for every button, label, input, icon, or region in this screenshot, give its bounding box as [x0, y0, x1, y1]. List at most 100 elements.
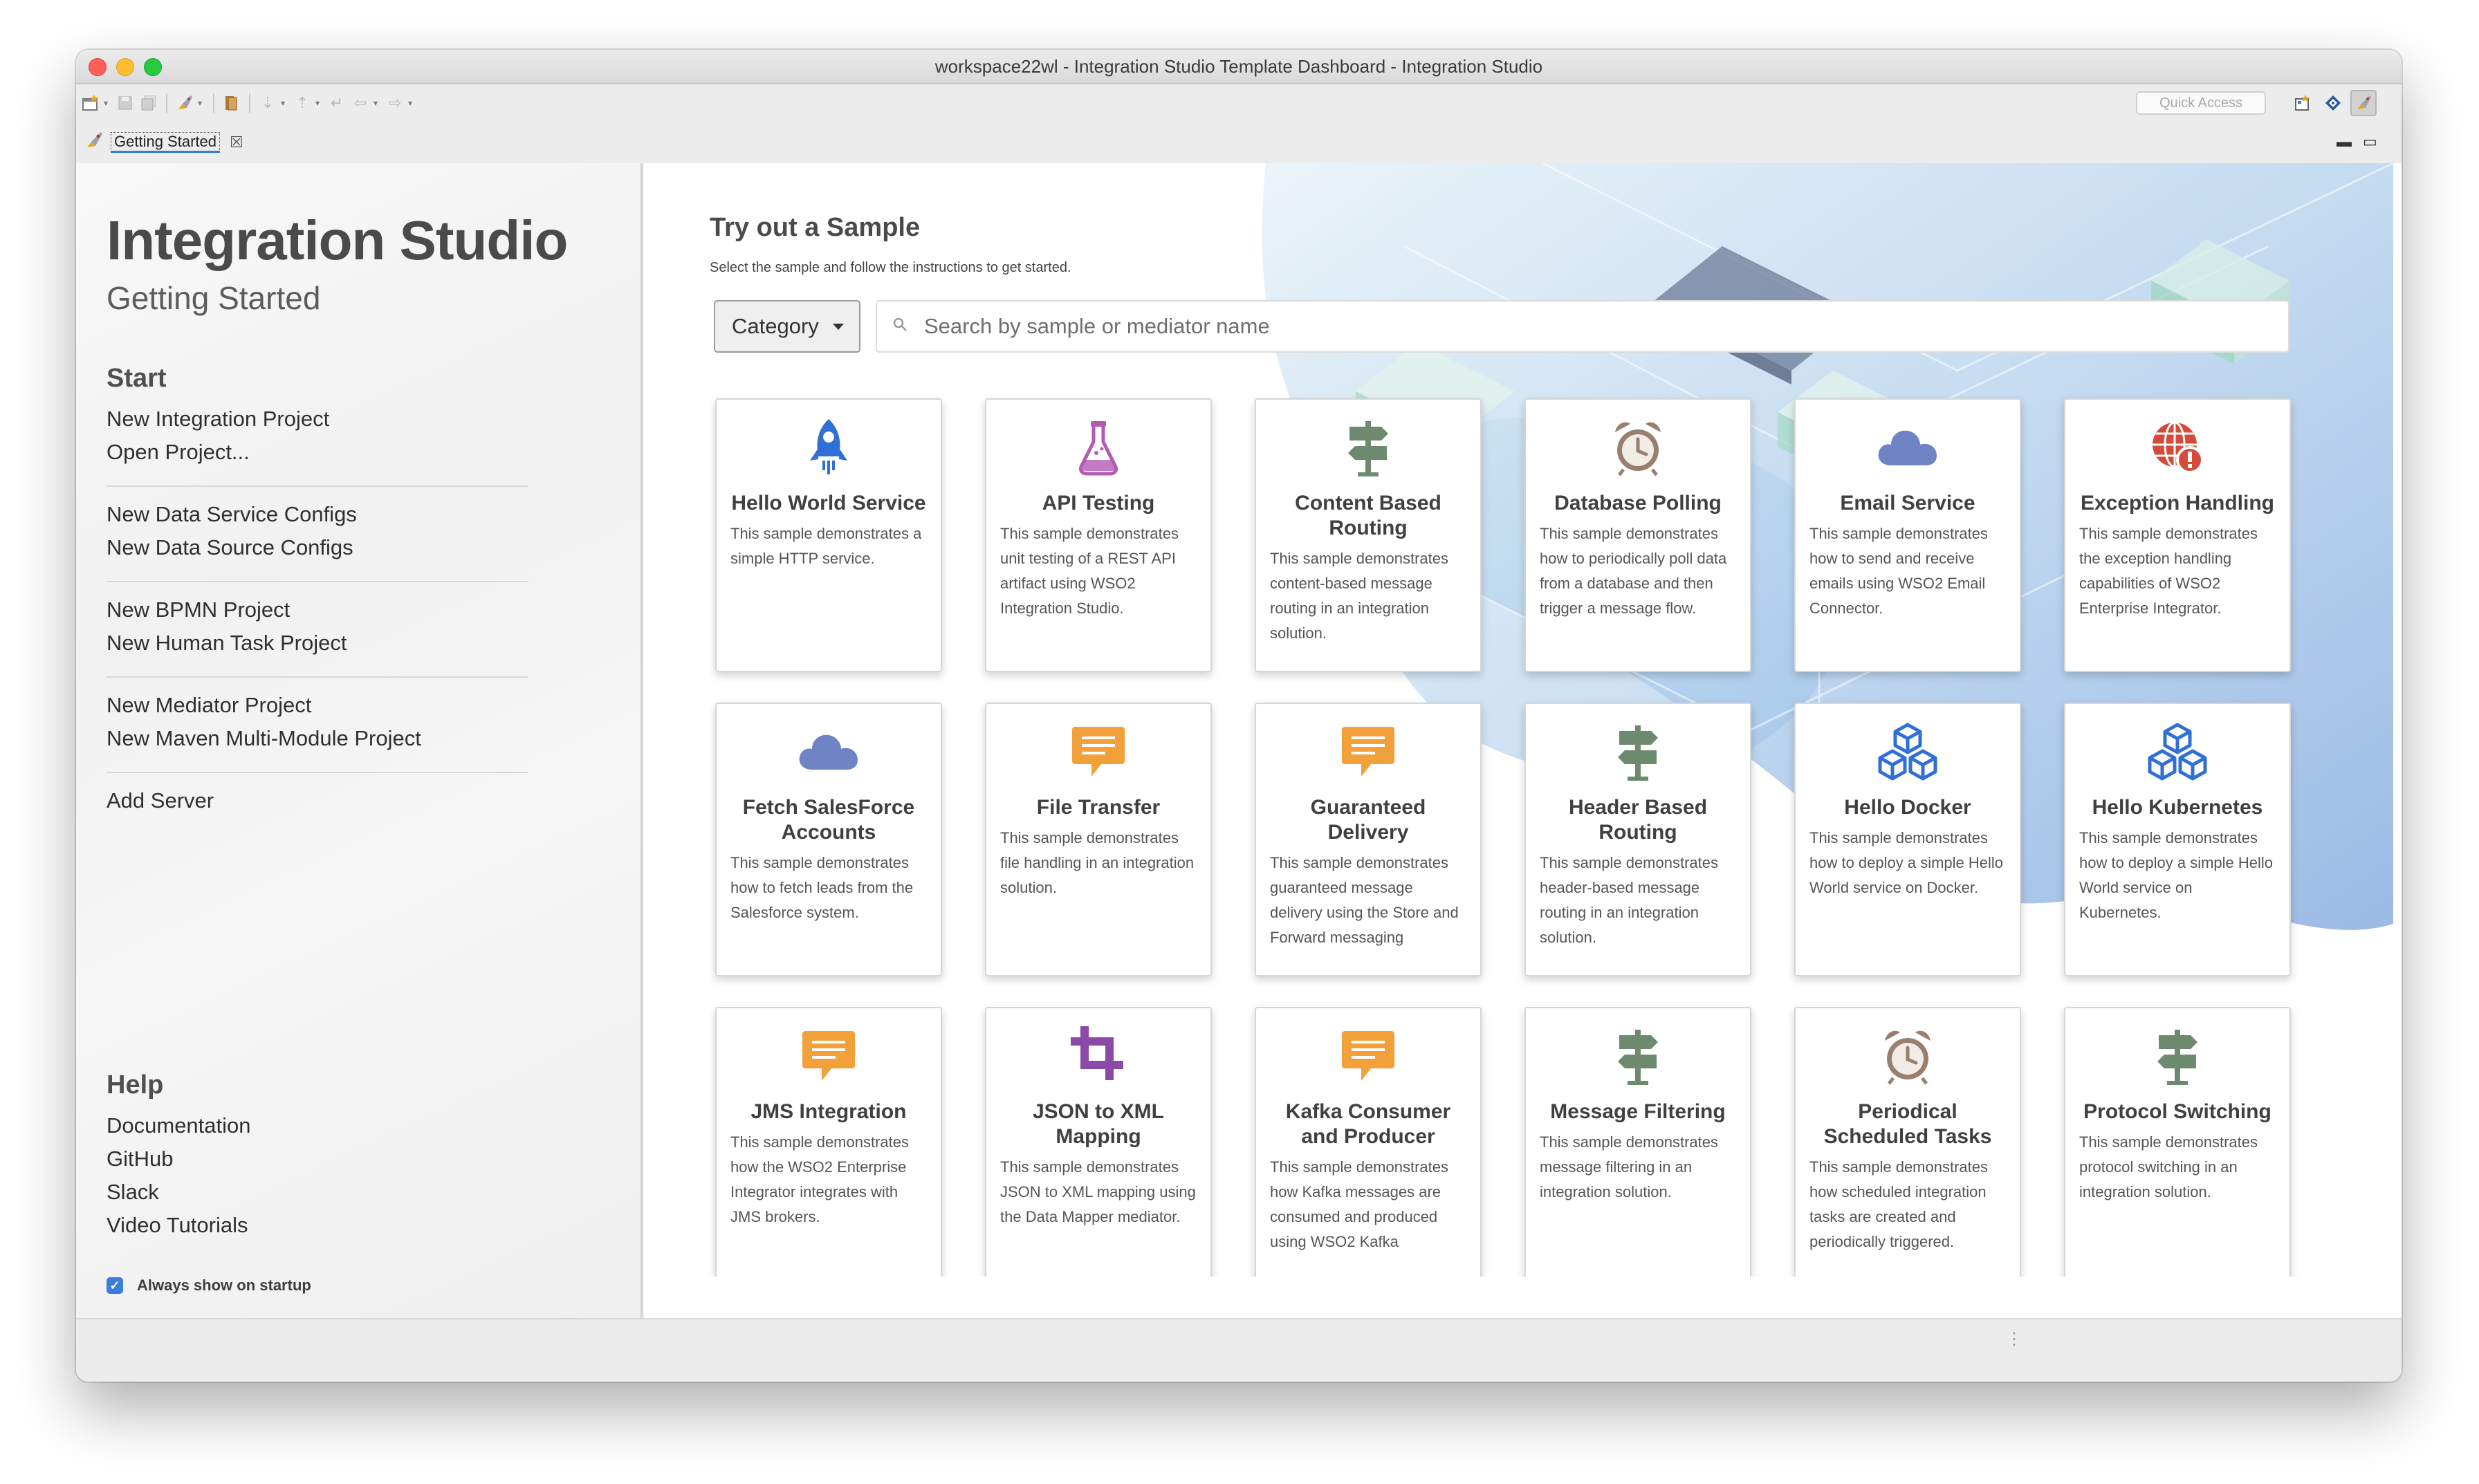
- prev-annotation-dropdown-icon[interactable]: ▾: [315, 98, 324, 108]
- category-dropdown[interactable]: Category: [714, 300, 860, 353]
- sample-card[interactable]: File Transfer This sample demonstrates fi…: [985, 703, 1212, 976]
- quick-access-input[interactable]: Quick Access: [2136, 91, 2266, 115]
- back-dropdown-icon[interactable]: ▾: [374, 98, 382, 108]
- sample-title: Kafka Consumer and Producer: [1285, 1100, 1451, 1148]
- sample-title: Header Based Routing: [1568, 796, 1708, 844]
- save-icon[interactable]: [115, 93, 136, 113]
- tab-getting-started[interactable]: Getting Started ☒: [84, 127, 243, 158]
- sample-title: Content Based Routing: [1295, 492, 1441, 539]
- samples-title: Try out a Sample: [710, 213, 921, 242]
- always-show-checkbox[interactable]: ✓: [107, 1277, 123, 1294]
- sample-card[interactable]: Kafka Consumer and Producer This sample d…: [1255, 1007, 1482, 1277]
- sample-description: This sample demonstrates how to deploy a…: [2079, 829, 2274, 921]
- annotation-icon[interactable]: ⇡: [292, 93, 313, 113]
- save-all-icon[interactable]: [138, 93, 159, 113]
- samples-subtitle: Select the sample and follow the instruc…: [710, 260, 1071, 275]
- maximize-view-icon[interactable]: ▭: [2363, 133, 2377, 151]
- sample-title: Fetch SalesForce Accounts: [742, 796, 915, 844]
- new-data-service-configs-link[interactable]: New Data Service Configs: [107, 502, 357, 527]
- sample-description: This sample demonstrates how to deploy a…: [1809, 829, 2004, 896]
- message-icon: [730, 1025, 927, 1087]
- sample-card[interactable]: Hello World Service This sample demonstra…: [715, 398, 942, 672]
- new-wizard-icon[interactable]: [80, 93, 101, 113]
- minimize-view-icon[interactable]: ▬: [2337, 133, 2352, 151]
- sample-search-box[interactable]: [876, 300, 2289, 353]
- launch-icon[interactable]: [174, 93, 195, 113]
- sample-description: This sample demonstrates header-based me…: [1540, 854, 1718, 946]
- sample-card[interactable]: Exception Handling This sample demonstrat…: [2064, 398, 2291, 672]
- sample-card[interactable]: Hello Docker This sample demonstrates how…: [1794, 703, 2021, 976]
- sample-description: This sample demonstrates content-based m…: [1270, 550, 1448, 642]
- cubes-icon: [1809, 721, 2006, 783]
- forward-icon[interactable]: ⇨: [385, 93, 405, 113]
- sample-card[interactable]: Email Service This sample demonstrates ho…: [1794, 398, 2021, 672]
- open-project-link[interactable]: Open Project...: [107, 440, 250, 465]
- getting-started-perspective-icon[interactable]: [2350, 90, 2377, 116]
- close-tab-icon[interactable]: ☒: [230, 133, 243, 151]
- back-icon[interactable]: ⇦: [350, 93, 371, 113]
- sample-card[interactable]: Fetch SalesForce Accounts This sample dem…: [715, 703, 942, 976]
- open-perspective-icon[interactable]: [2289, 90, 2316, 116]
- new-bpmn-project-link[interactable]: New BPMN Project: [107, 597, 290, 622]
- rocket-icon: [730, 416, 927, 479]
- sample-description: This sample demonstrates JSON to XML map…: [1000, 1158, 1196, 1225]
- tab-label: Getting Started: [111, 132, 220, 153]
- title-bar: workspace22wl - Integration Studio Templ…: [76, 50, 2402, 84]
- last-edit-icon[interactable]: ↵: [326, 93, 347, 113]
- product-subtitle: Getting Started: [107, 280, 321, 316]
- sample-card[interactable]: Periodical Scheduled Tasks This sample de…: [1794, 1007, 2021, 1277]
- search-icon: [892, 317, 907, 336]
- add-server-link[interactable]: Add Server: [107, 788, 214, 813]
- sample-search-input[interactable]: [923, 313, 2240, 340]
- sample-card[interactable]: Guaranteed Delivery This sample demonstra…: [1255, 703, 1482, 976]
- startup-option: ✓ Always show on startup: [107, 1277, 311, 1295]
- new-data-source-configs-link[interactable]: New Data Source Configs: [107, 535, 353, 560]
- sample-card[interactable]: API Testing This sample demonstrates unit…: [985, 398, 1212, 672]
- launch-dropdown-icon[interactable]: ▾: [198, 98, 206, 108]
- sample-card[interactable]: Database Polling This sample demonstrates…: [1524, 398, 1751, 672]
- signpost-icon: [1270, 416, 1466, 479]
- integration-perspective-icon[interactable]: [2320, 90, 2346, 116]
- message-icon: [1270, 1025, 1466, 1087]
- new-maven-multi-module-project-link[interactable]: New Maven Multi-Module Project: [107, 726, 421, 751]
- ide-window: workspace22wl - Integration Studio Templ…: [76, 50, 2402, 1382]
- sample-description: This sample demonstrates file handling i…: [1000, 829, 1195, 896]
- github-link[interactable]: GitHub: [107, 1147, 173, 1171]
- alarm-clock-icon: [1809, 1025, 2006, 1087]
- editor-tab-bar: Getting Started ☒ ▬ ▭: [76, 122, 2402, 163]
- sample-title: Protocol Switching: [2083, 1100, 2271, 1123]
- new-integration-project-link[interactable]: New Integration Project: [107, 407, 329, 432]
- new-mediator-project-link[interactable]: New Mediator Project: [107, 693, 311, 718]
- new-human-task-project-link[interactable]: New Human Task Project: [107, 631, 347, 656]
- sample-card[interactable]: Header Based Routing This sample demonstr…: [1524, 703, 1751, 976]
- sample-card[interactable]: Hello Kubernetes This sample demonstrates…: [2064, 703, 2291, 976]
- video-tutorials-link[interactable]: Video Tutorials: [107, 1213, 248, 1238]
- signpost-icon: [2079, 1025, 2276, 1087]
- toolbar-separator: [249, 93, 250, 113]
- new-dropdown-icon[interactable]: ▾: [104, 98, 112, 108]
- sample-card[interactable]: JSON to XML Mapping This sample demonstra…: [985, 1007, 1212, 1277]
- cubes-icon: [2079, 721, 2276, 783]
- crop-icon: [1000, 1025, 1197, 1087]
- sample-card[interactable]: Message Filtering This sample demonstrate…: [1524, 1007, 1751, 1277]
- sample-title: JSON to XML Mapping: [1032, 1100, 1164, 1148]
- slack-link[interactable]: Slack: [107, 1180, 159, 1205]
- toolbar-separator: [166, 93, 167, 113]
- signpost-icon: [1540, 1025, 1736, 1087]
- sample-title: Hello Kubernetes: [2092, 796, 2263, 819]
- library-icon[interactable]: [221, 93, 242, 113]
- forward-dropdown-icon[interactable]: ▾: [408, 98, 416, 108]
- sample-card[interactable]: Protocol Switching This sample demonstrat…: [2064, 1007, 2291, 1277]
- flask-icon: [1000, 416, 1197, 479]
- sample-card[interactable]: JMS Integration This sample demonstrates …: [715, 1007, 942, 1277]
- sample-title: Email Service: [1840, 492, 1975, 514]
- sample-card[interactable]: Content Based Routing This sample demonst…: [1255, 398, 1482, 672]
- next-annotation-dropdown-icon[interactable]: ▾: [281, 98, 289, 108]
- status-handle-icon[interactable]: ⋮: [2006, 1331, 2022, 1348]
- caret-down-icon: [832, 323, 844, 330]
- sidebar-divider: [107, 581, 528, 582]
- cloud-icon: [1809, 416, 2006, 479]
- samples-panel: Try out a Sample Select the sample and f…: [643, 163, 2393, 1277]
- search-annotation-icon[interactable]: ⇣: [257, 93, 278, 113]
- documentation-link[interactable]: Documentation: [107, 1113, 251, 1138]
